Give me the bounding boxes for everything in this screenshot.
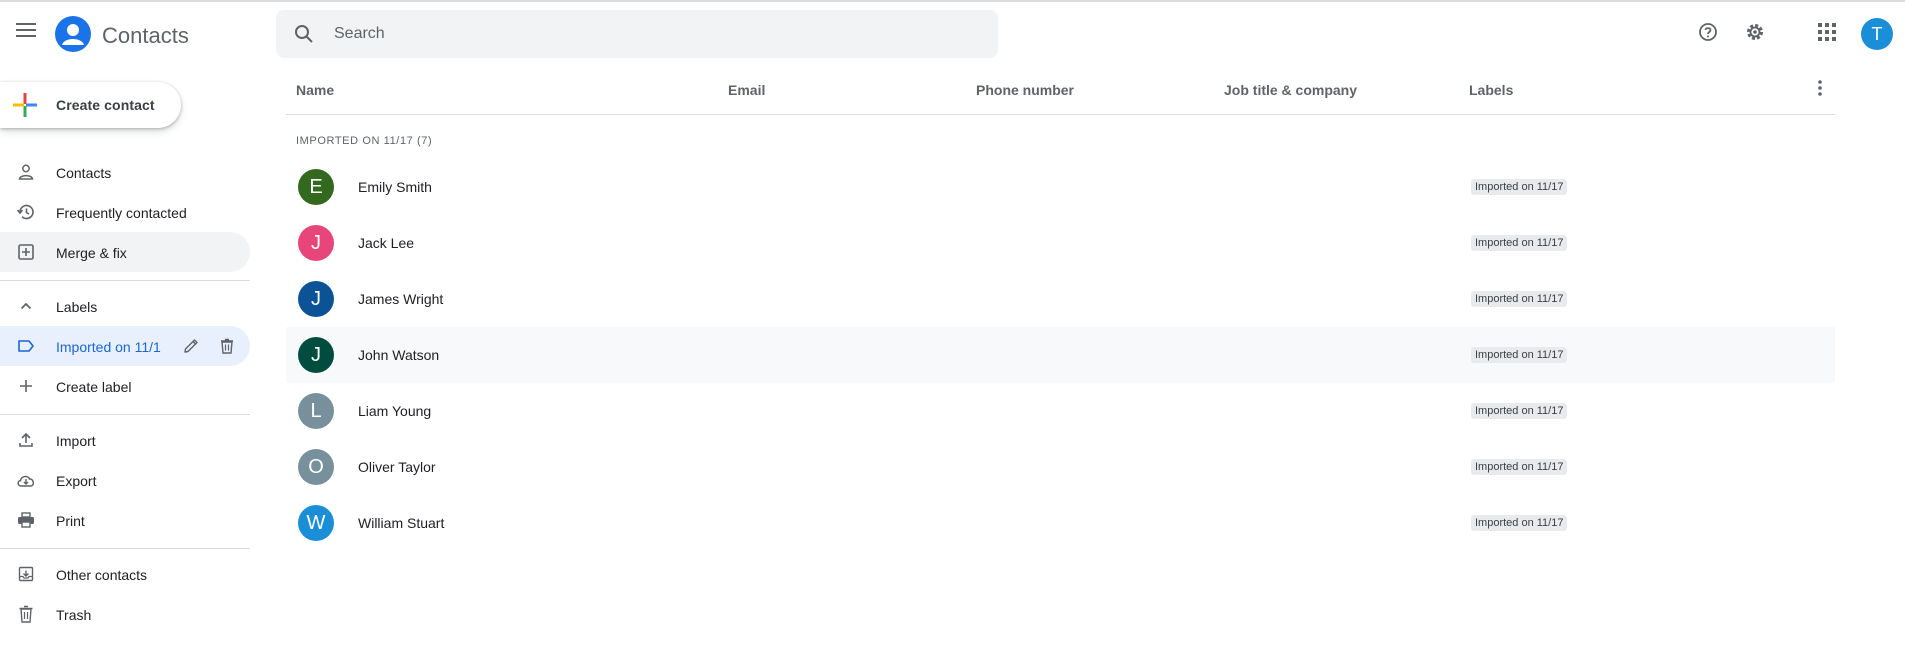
contact-avatar: E xyxy=(298,169,334,205)
contact-row[interactable]: J James Wright Imported on 11/17 xyxy=(286,271,1835,327)
sidebar-item-imported-label[interactable]: Imported on 11/1 xyxy=(0,326,250,366)
label-chip: Imported on 11/17 xyxy=(1471,515,1568,531)
app-title[interactable]: Contacts xyxy=(102,23,189,49)
search-icon[interactable] xyxy=(294,24,314,44)
label-icon xyxy=(16,336,36,356)
contact-name: Emily Smith xyxy=(358,179,432,195)
contact-name: Oliver Taylor xyxy=(358,459,436,475)
hamburger-icon xyxy=(16,22,36,43)
contact-row[interactable]: O Oliver Taylor Imported on 11/17 xyxy=(286,439,1835,495)
contact-avatar: O xyxy=(298,449,334,485)
edit-label-pencil-icon[interactable] xyxy=(182,337,200,355)
sidebar-item-trash[interactable]: Trash xyxy=(0,594,250,634)
group-heading: IMPORTED ON 11/17 (7) xyxy=(296,135,433,147)
apps-button[interactable] xyxy=(1815,22,1839,46)
contact-avatar: L xyxy=(298,393,334,429)
contact-name: Liam Young xyxy=(358,403,432,419)
sidebar-item-print[interactable]: Print xyxy=(0,500,250,540)
chevron-up-icon xyxy=(16,296,36,316)
label-chip: Imported on 11/17 xyxy=(1471,403,1568,419)
sidebar-item-label: Contacts xyxy=(56,165,112,181)
merge-fix-icon xyxy=(16,242,36,262)
archive-icon xyxy=(16,564,36,584)
plus-icon xyxy=(16,376,36,396)
sidebar-item-label: Frequently contacted xyxy=(56,205,187,221)
history-icon xyxy=(16,202,36,222)
label-chip: Imported on 11/17 xyxy=(1471,459,1568,475)
label-chip: Imported on 11/17 xyxy=(1471,291,1568,307)
gear-icon xyxy=(1745,22,1765,47)
sidebar-item-other-contacts[interactable]: Other contacts xyxy=(0,554,250,594)
account-avatar[interactable]: T xyxy=(1861,18,1893,50)
trash-icon xyxy=(16,604,36,624)
sidebar-item-create-label[interactable]: Create label xyxy=(0,366,250,406)
sidebar-item-label: Merge & fix xyxy=(56,245,127,261)
contact-name: Jack Lee xyxy=(358,235,415,251)
settings-button[interactable] xyxy=(1743,22,1767,46)
column-header-name[interactable]: Name xyxy=(296,82,334,98)
sidebar-item-export[interactable]: Export xyxy=(0,460,250,500)
cloud-download-icon xyxy=(16,470,36,490)
sidebar-item-contacts[interactable]: Contacts xyxy=(0,152,250,192)
contact-row[interactable]: L Liam Young Imported on 11/17 xyxy=(286,383,1835,439)
help-icon xyxy=(1698,22,1718,47)
sidebar-item-label: Labels xyxy=(56,299,98,315)
sidebar-item-label: Create label xyxy=(56,379,132,395)
label-chip: Imported on 11/17 xyxy=(1471,347,1568,363)
sidebar-divider xyxy=(0,548,250,549)
search-box[interactable] xyxy=(276,10,998,58)
sidebar-item-label: Trash xyxy=(56,607,92,623)
label-chip: Imported on 11/17 xyxy=(1471,235,1568,251)
apps-grid-icon xyxy=(1818,22,1836,46)
column-header-email[interactable]: Email xyxy=(728,82,765,98)
colorful-plus-icon xyxy=(13,93,37,117)
sidebar-divider xyxy=(0,414,250,415)
create-contact-label: Create contact xyxy=(56,97,155,113)
sidebar-item-frequently-contacted[interactable]: Frequently contacted xyxy=(0,192,250,232)
table-header-divider xyxy=(286,114,1835,115)
app-header: Contacts T xyxy=(0,2,1905,66)
sidebar-item-labels-toggle[interactable]: Labels xyxy=(0,286,250,326)
column-header-job-title[interactable]: Job title & company xyxy=(1224,82,1357,98)
contact-name: John Watson xyxy=(358,347,440,363)
label-chip: Imported on 11/17 xyxy=(1471,179,1568,195)
contact-name: James Wright xyxy=(358,291,444,307)
column-header-labels[interactable]: Labels xyxy=(1469,82,1513,98)
more-options-button[interactable] xyxy=(1808,78,1832,102)
sidebar-item-label: Export xyxy=(56,473,97,489)
sidebar-divider xyxy=(0,280,250,281)
upload-icon xyxy=(16,430,36,450)
main-menu-button[interactable] xyxy=(12,18,40,46)
search-input[interactable] xyxy=(334,10,974,58)
person-icon xyxy=(16,162,36,182)
print-icon xyxy=(16,510,36,530)
contact-row[interactable]: E Emily Smith Imported on 11/17 xyxy=(286,159,1835,215)
contact-name: William Stuart xyxy=(358,515,445,531)
sidebar-item-import[interactable]: Import xyxy=(0,420,250,460)
sidebar-item-merge-fix[interactable]: Merge & fix xyxy=(0,232,250,272)
contact-avatar: J xyxy=(298,337,334,373)
sidebar-item-label: Other contacts xyxy=(56,567,148,583)
contact-row[interactable]: W William Stuart Imported on 11/17 xyxy=(286,495,1835,551)
contact-avatar: J xyxy=(298,281,334,317)
contacts-logo-icon[interactable] xyxy=(55,16,91,52)
more-vert-icon xyxy=(1818,79,1822,101)
sidebar-item-label: Import xyxy=(56,433,96,449)
contact-avatar: W xyxy=(298,505,334,541)
help-button[interactable] xyxy=(1696,22,1720,46)
contact-row[interactable]: J John Watson Imported on 11/17 xyxy=(286,327,1835,383)
create-contact-button[interactable]: Create contact xyxy=(0,82,181,128)
contact-row[interactable]: J Jack Lee Imported on 11/17 xyxy=(286,215,1835,271)
contact-avatar: J xyxy=(298,225,334,261)
sidebar-item-label: Imported on 11/1 xyxy=(56,339,161,355)
column-header-phone[interactable]: Phone number xyxy=(976,82,1074,98)
delete-label-trash-icon[interactable] xyxy=(218,337,236,355)
sidebar-item-label: Print xyxy=(56,513,85,529)
